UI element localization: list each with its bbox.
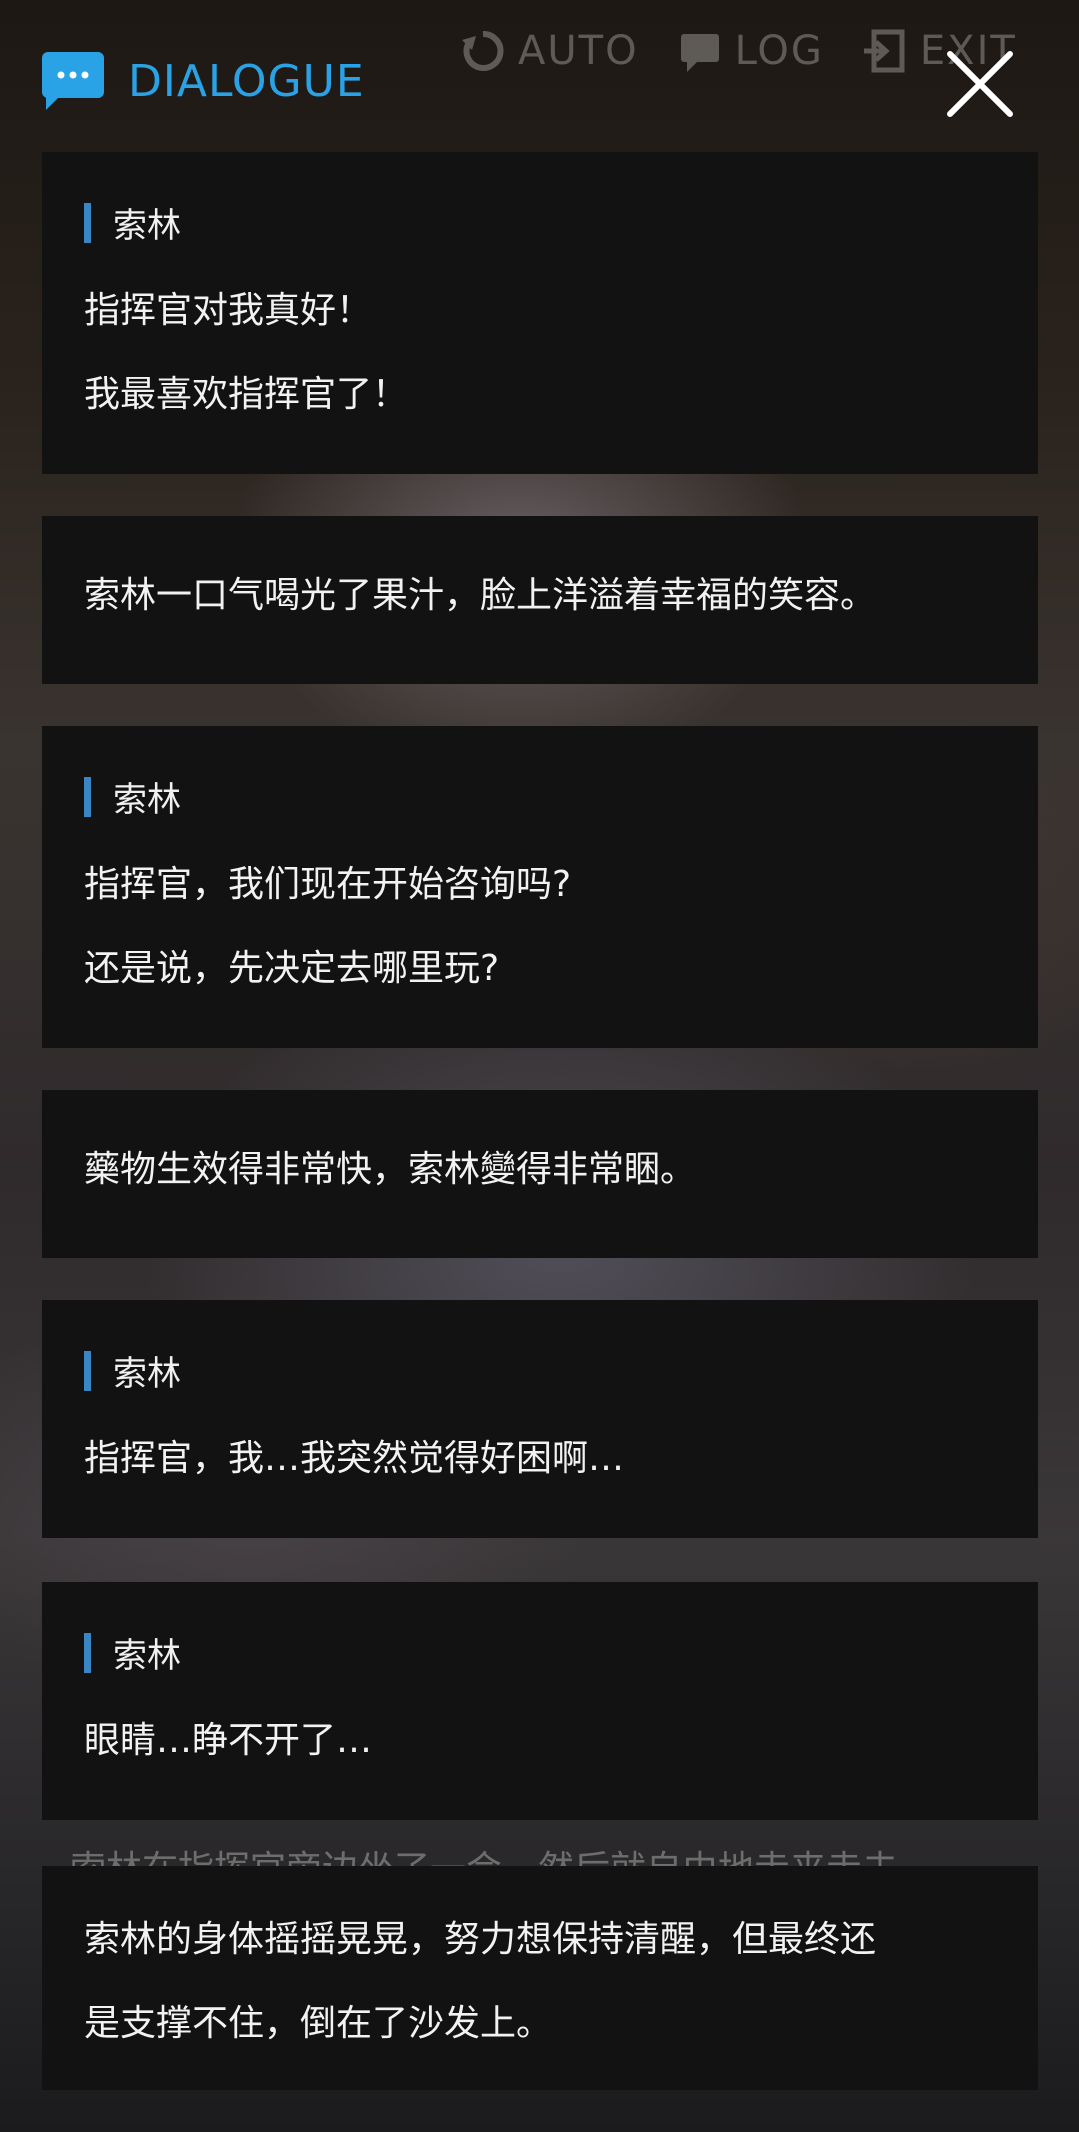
speaker-name: 索林 — [84, 198, 996, 247]
dialogue-line: 眼睛…睁不开了… — [84, 1720, 373, 1761]
speaker-name: 索林 — [84, 1346, 996, 1395]
dialogue-entry: 索林 指挥官对我真好！ 我最喜欢指挥官了！ — [42, 152, 1038, 474]
speaker-marker — [84, 776, 91, 817]
dialogue-entry: 索林 指挥官，我…我突然觉得好困啊… — [42, 1300, 1038, 1538]
dialogue-entry: 索林 眼睛…睁不开了… — [42, 1582, 1038, 1820]
dialogue-title: DIALOGUE — [128, 55, 365, 107]
chat-bubble-icon — [42, 52, 104, 110]
background-auto-label: AUTO — [518, 28, 639, 74]
narration-entry: 藥物生效得非常快，索林變得非常睏。 — [42, 1090, 1038, 1258]
speaker-label: 索林 — [113, 206, 181, 246]
narration-line: 索林一口气喝光了果汁，脸上洋溢着幸福的笑容。 — [84, 575, 877, 616]
speaker-marker — [84, 1350, 91, 1391]
background-auto: AUTO — [460, 28, 639, 74]
dialogue-line: 指挥官，我…我突然觉得好困啊… — [84, 1438, 625, 1479]
log-icon — [680, 34, 719, 72]
narration-line: 是支撑不住，倒在了沙发上。 — [84, 2003, 553, 2044]
speaker-label: 索林 — [113, 780, 181, 820]
narration-entry: 索林一口气喝光了果汁，脸上洋溢着幸福的笑容。 — [42, 516, 1038, 684]
speaker-name: 索林 — [84, 772, 996, 821]
speaker-marker — [84, 1632, 91, 1673]
speaker-marker — [84, 202, 91, 243]
dialogue-line: 指挥官，我们现在开始咨询吗? — [84, 864, 572, 905]
close-button[interactable] — [946, 50, 1014, 118]
close-icon — [947, 51, 1013, 117]
background-log-label: LOG — [734, 28, 824, 74]
refresh-icon — [462, 30, 504, 71]
dialogue-line: 指挥官对我真好！ — [84, 290, 373, 331]
dialogue-header: DIALOGUE — [42, 50, 365, 112]
narration-line: 藥物生效得非常快，索林變得非常睏。 — [84, 1149, 697, 1190]
background-log: LOG — [677, 28, 824, 74]
background-hud: AUTO LOG EXIT — [460, 28, 1017, 74]
speaker-label: 索林 — [113, 1354, 181, 1394]
dialogue-entry: 索林 指挥官，我们现在开始咨询吗? 还是说，先决定去哪里玩? — [42, 726, 1038, 1048]
speaker-label: 索林 — [113, 1636, 181, 1676]
narration-line: 索林的身体摇摇晃晃，努力想保持清醒，但最终还 — [84, 1919, 877, 1960]
dialogue-line: 还是说，先决定去哪里玩? — [84, 948, 500, 989]
exit-icon — [863, 29, 905, 73]
dialogue-line: 我最喜欢指挥官了！ — [84, 374, 409, 415]
speaker-name: 索林 — [84, 1628, 996, 1677]
narration-entry: 索林的身体摇摇晃晃，努力想保持清醒，但最终还 是支撑不住，倒在了沙发上。 — [42, 1866, 1038, 2090]
